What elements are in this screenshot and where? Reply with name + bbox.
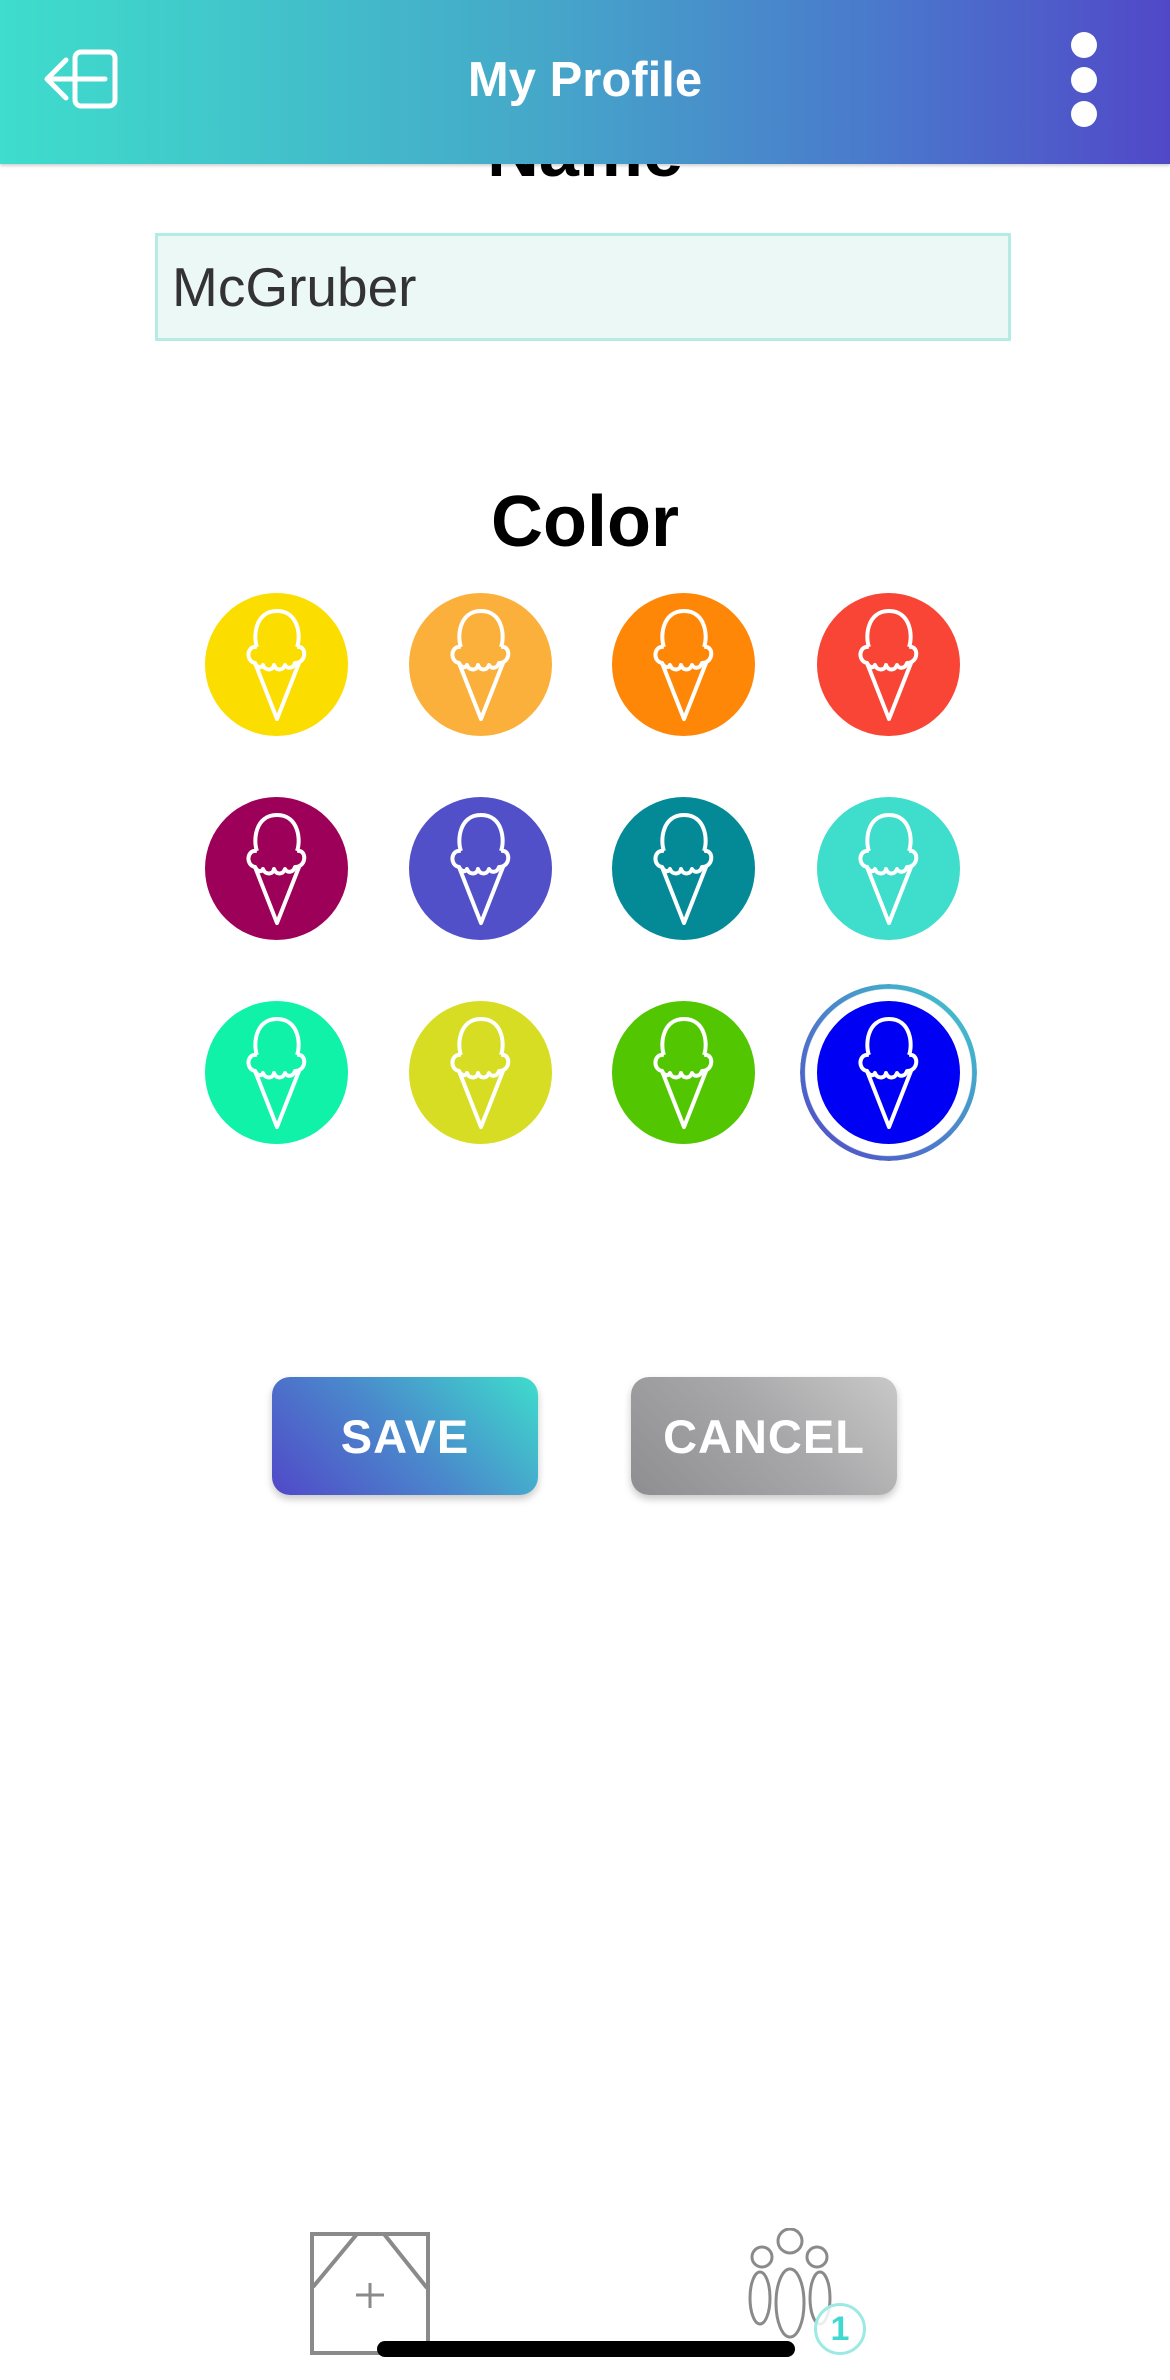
color-swatch-lime[interactable] bbox=[409, 1001, 552, 1144]
color-swatch-magenta[interactable] bbox=[205, 797, 348, 940]
ice-cream-icon bbox=[653, 608, 713, 721]
color-swatch-light-orange[interactable] bbox=[409, 593, 552, 736]
ice-cream-icon bbox=[246, 1016, 306, 1129]
color-swatch-indigo[interactable] bbox=[409, 797, 552, 940]
color-swatch-spring-green[interactable] bbox=[205, 1001, 348, 1144]
save-button[interactable]: SAVE bbox=[272, 1377, 538, 1495]
color-swatch-blue[interactable] bbox=[817, 1001, 960, 1144]
app-header: My Profile bbox=[0, 0, 1170, 164]
ice-cream-icon bbox=[858, 1016, 918, 1129]
color-swatch-red[interactable] bbox=[817, 593, 960, 736]
ice-cream-icon bbox=[653, 812, 713, 925]
ice-cream-icon bbox=[246, 812, 306, 925]
color-swatch-yellow[interactable] bbox=[205, 593, 348, 736]
home-indicator[interactable] bbox=[377, 2341, 795, 2357]
color-swatch-green[interactable] bbox=[612, 1001, 755, 1144]
ice-cream-icon bbox=[450, 608, 510, 721]
name-input[interactable] bbox=[155, 233, 1011, 341]
color-swatch-orange[interactable] bbox=[612, 593, 755, 736]
ice-cream-icon bbox=[858, 608, 918, 721]
more-options-button[interactable] bbox=[1060, 28, 1108, 132]
ice-cream-icon bbox=[858, 812, 918, 925]
ice-cream-icon bbox=[450, 812, 510, 925]
ice-cream-icon bbox=[246, 608, 306, 721]
members-count-badge: 1 bbox=[814, 2303, 866, 2355]
page-title: My Profile bbox=[467, 53, 703, 107]
color-swatch-turquoise[interactable] bbox=[817, 797, 960, 940]
color-heading: Color bbox=[491, 482, 679, 562]
cancel-button[interactable]: CANCEL bbox=[631, 1377, 897, 1495]
ice-cream-icon bbox=[653, 1016, 713, 1129]
color-swatch-teal[interactable] bbox=[612, 797, 755, 940]
ice-cream-icon bbox=[450, 1016, 510, 1129]
